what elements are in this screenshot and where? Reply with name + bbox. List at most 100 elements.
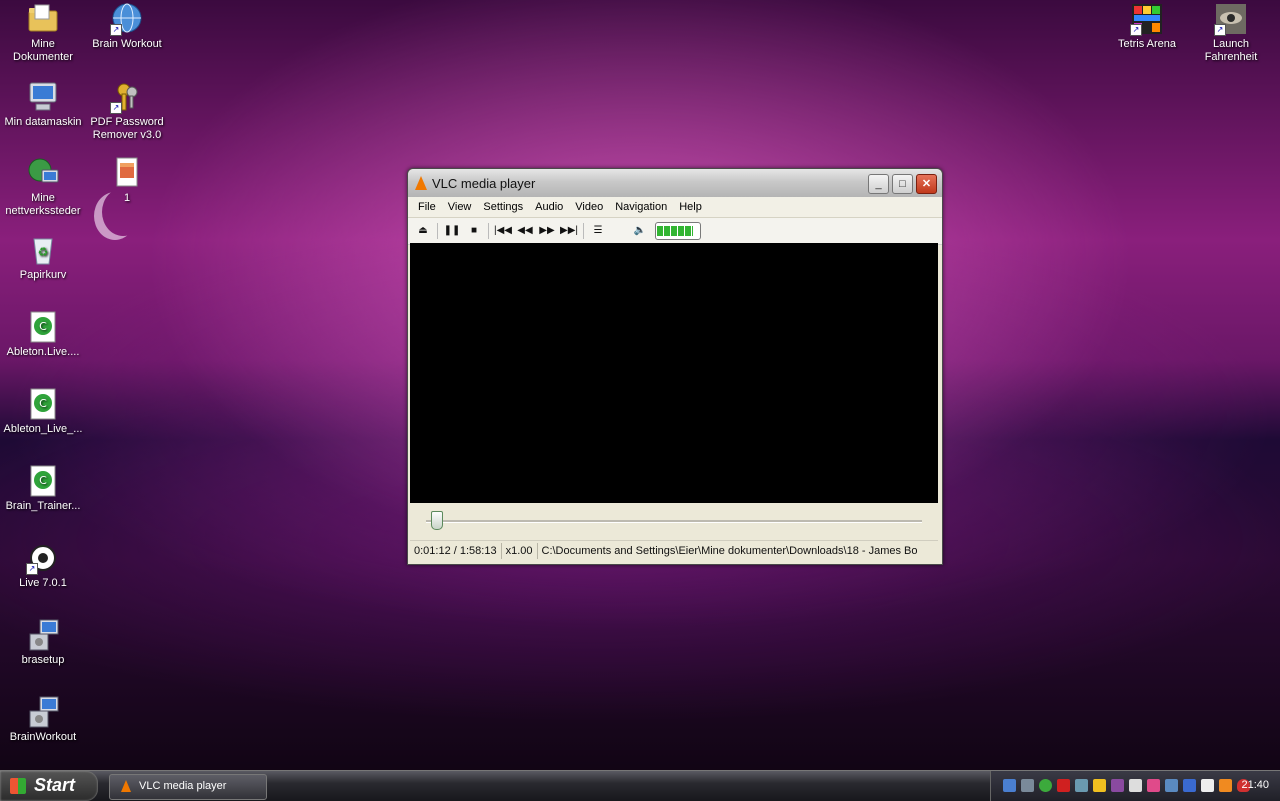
toolbar: ⏏ ❚❚ ■ |◀◀ ◀◀ ▶▶ ▶▶| ☰ 🔈: [408, 218, 942, 245]
speed-display: x1.00: [502, 543, 538, 559]
desktop-icon-mine-nettverkssteder[interactable]: Mine nettverkssteder: [0, 156, 86, 218]
keys-icon: ↗: [110, 80, 144, 114]
time-display: 0:01:12 / 1:58:13: [410, 543, 502, 559]
desktop-icon-papirkurv[interactable]: ♻ Papirkurv: [0, 233, 86, 282]
desktop-icon-label: brasetup: [21, 654, 65, 666]
eject-icon[interactable]: ⏏: [412, 221, 434, 241]
shortcut-arrow-icon: ↗: [1130, 24, 1142, 36]
torrent-file-icon: C: [26, 310, 60, 344]
network-tray-icon[interactable]: [1021, 779, 1034, 792]
taskbar-button-label: VLC media player: [139, 780, 227, 792]
desktop-icon-ableton-live-2[interactable]: C Ableton_Live_...: [0, 387, 86, 436]
speaker-icon[interactable]: 🔈: [629, 221, 651, 241]
shortcut-arrow-icon: ↗: [26, 563, 38, 575]
menu-navigation[interactable]: Navigation: [609, 201, 673, 213]
desktop-icon-launch-fahrenheit[interactable]: ↗ Launch Fahrenheit: [1188, 2, 1274, 64]
desktop-icon-tetris-arena[interactable]: ↗ Tetris Arena: [1104, 2, 1190, 51]
clock: 21:40: [1241, 779, 1269, 791]
security-tray-icon[interactable]: [1093, 779, 1106, 792]
desktop-icon-brain-trainer[interactable]: C Brain_Trainer...: [0, 464, 86, 513]
ati-tray-icon[interactable]: [1057, 779, 1070, 792]
desktop-icon-label: Mine nettverkssteder: [5, 192, 81, 217]
menu-view[interactable]: View: [442, 201, 478, 213]
desktop-icon-pdf-password-remover[interactable]: ↗ PDF Password Remover v3.0: [84, 80, 170, 142]
folder-icon: [26, 2, 60, 36]
torrent-file-icon: C: [26, 387, 60, 421]
windows-logo-icon: [10, 778, 26, 794]
desktop-icon-brain-workout[interactable]: ↗ Brain Workout: [84, 2, 170, 51]
menu-settings[interactable]: Settings: [477, 201, 529, 213]
system-tray: 21:40: [990, 771, 1280, 801]
status-bar: 0:01:12 / 1:58:13 x1.00 C:\Documents and…: [410, 540, 938, 561]
torrent-file-icon: C: [26, 464, 60, 498]
desktop-icon-label: Brain_Trainer...: [5, 500, 81, 512]
tetris-icon: ↗: [1130, 2, 1164, 36]
vlc-cone-icon: [415, 176, 427, 190]
utorrent-tray-icon[interactable]: [1111, 779, 1124, 792]
installer-icon: [26, 695, 60, 729]
svg-text:C: C: [39, 320, 47, 333]
desktop-icon-label: 1: [123, 192, 131, 204]
window-title: VLC media player: [432, 176, 536, 191]
desktop-icon-1[interactable]: 1: [84, 156, 170, 205]
volume-slider[interactable]: [655, 222, 701, 240]
desktop-icon-label: Tetris Arena: [1117, 38, 1177, 50]
vlc-cone-icon: [121, 780, 131, 792]
menu-audio[interactable]: Audio: [529, 201, 569, 213]
taskbar: Start VLC media player 21:40: [0, 770, 1280, 801]
menu-video[interactable]: Video: [569, 201, 609, 213]
zone-tray-icon[interactable]: [1129, 779, 1142, 792]
fast-forward-icon[interactable]: ▶▶: [536, 221, 558, 241]
toolbar-separator: [437, 223, 438, 239]
desktop-icon-label: Ableton.Live....: [6, 346, 80, 358]
volume-level: [657, 226, 693, 236]
menu-bar: File View Settings Audio Video Navigatio…: [408, 197, 942, 218]
video-area[interactable]: [410, 243, 938, 503]
start-label: Start: [34, 775, 76, 795]
desktop-icon-live-701[interactable]: ↗ Live 7.0.1: [0, 541, 86, 590]
seek-handle[interactable]: [430, 511, 443, 530]
desktop-icon-ableton-live-1[interactable]: C Ableton.Live....: [0, 310, 86, 359]
desktop-icon-mine-dokumenter[interactable]: Mine Dokumenter: [0, 2, 86, 64]
desktop-icon-min-datamaskin[interactable]: Min datamaskin: [0, 80, 86, 129]
app-tray-icon[interactable]: [1165, 779, 1178, 792]
stop-icon[interactable]: ■: [463, 221, 485, 241]
menu-file[interactable]: File: [412, 201, 442, 213]
svg-text:C: C: [39, 397, 47, 410]
minimize-button[interactable]: _: [868, 174, 889, 194]
previous-icon[interactable]: |◀◀: [492, 221, 514, 241]
pause-icon[interactable]: ❚❚: [441, 221, 463, 241]
start-button[interactable]: Start: [0, 771, 98, 801]
speaker-tray-icon[interactable]: [1075, 779, 1088, 792]
desktop-icon-label: PDF Password Remover v3.0: [90, 116, 164, 141]
display-tray-icon[interactable]: [1003, 779, 1016, 792]
skype-tray-icon[interactable]: [1147, 779, 1160, 792]
desktop-icon-brainworkout[interactable]: BrainWorkout: [0, 695, 86, 744]
installer-icon: [26, 618, 60, 652]
close-button[interactable]: ✕: [916, 174, 937, 194]
recycle-bin-icon: ♻: [26, 233, 60, 267]
desktop-icon-label: Mine Dokumenter: [13, 38, 73, 63]
toolbar-separator: [488, 223, 489, 239]
shortcut-arrow-icon: ↗: [1214, 24, 1226, 36]
next-icon[interactable]: ▶▶|: [558, 221, 580, 241]
vlc-window[interactable]: VLC media player _ □ ✕ File View Setting…: [407, 168, 943, 565]
menu-help[interactable]: Help: [673, 201, 708, 213]
shortcut-arrow-icon: ↗: [110, 24, 122, 36]
desktop-icon-label: Brain Workout: [92, 38, 162, 50]
taskbar-button-vlc[interactable]: VLC media player: [109, 774, 267, 800]
svg-text:C: C: [39, 474, 47, 487]
seek-track[interactable]: [426, 511, 922, 530]
vlc-titlebar[interactable]: VLC media player _ □ ✕: [408, 169, 942, 197]
desktop-icon-label: Ableton_Live_...: [3, 423, 83, 435]
power-tray-icon[interactable]: [1219, 779, 1232, 792]
maximize-button[interactable]: □: [892, 174, 913, 194]
rewind-icon[interactable]: ◀◀: [514, 221, 536, 241]
wifi-tray-icon[interactable]: [1201, 779, 1214, 792]
desktop-icon-brasetup[interactable]: brasetup: [0, 618, 86, 667]
globe-icon: ↗: [110, 2, 144, 36]
seek-bar[interactable]: [410, 503, 938, 539]
messenger-tray-icon[interactable]: [1039, 779, 1052, 792]
font-tray-icon[interactable]: [1183, 779, 1196, 792]
playlist-icon[interactable]: ☰: [587, 221, 609, 241]
